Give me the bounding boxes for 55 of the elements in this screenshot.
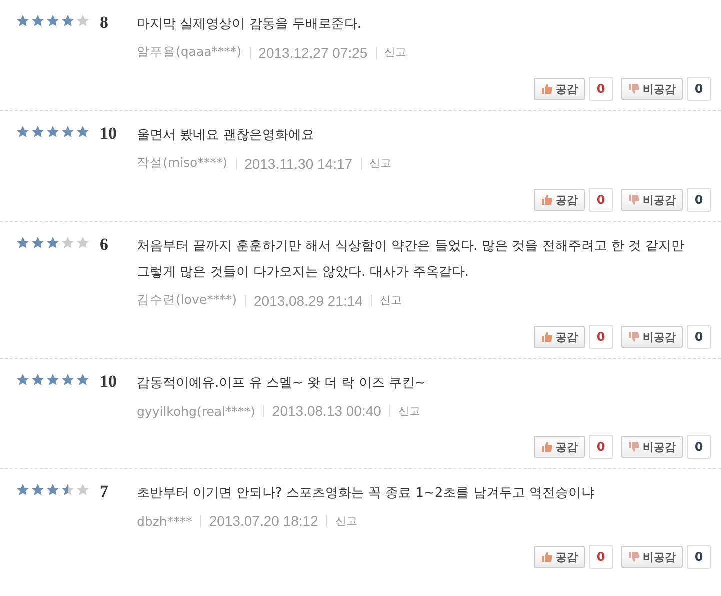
- report-link[interactable]: 신고: [335, 514, 358, 528]
- like-button[interactable]: 공감: [534, 326, 585, 348]
- dislike-count: 0: [687, 77, 711, 101]
- dislike-button[interactable]: 비공감: [621, 546, 683, 568]
- review-date: 2013.07.20 18:12: [209, 513, 318, 529]
- like-button[interactable]: 공감: [534, 78, 585, 100]
- thumbs-up-icon: [541, 194, 553, 206]
- thumbs-up-icon: [541, 331, 553, 343]
- thumbs-up-icon: [541, 551, 553, 563]
- review-text: 울면서 봤네요 괜찮은영화에요: [137, 127, 316, 145]
- review-date: 2013.08.13 00:40: [272, 403, 382, 419]
- review-date: 2013.08.29 21:14: [254, 292, 363, 308]
- rating-score: 10: [100, 373, 117, 391]
- thumbs-down-icon: [628, 551, 640, 563]
- dislike-count: 0: [687, 325, 711, 349]
- like-button[interactable]: 공감: [534, 436, 585, 458]
- thumbs-down-icon: [628, 194, 640, 206]
- thumbs-down-icon: [628, 83, 640, 95]
- review-text: 마지막 실제영상이 감동을 두배로준다.: [137, 16, 363, 34]
- thumbs-up-icon: [541, 441, 553, 453]
- dislike-button[interactable]: 비공감: [621, 189, 683, 211]
- review-text: 초반부터 이기면 안되나? 스포츠영화는 꼭 종료 1~2초를 남겨두고 역전승이냐: [137, 485, 596, 503]
- dislike-button[interactable]: 비공감: [621, 326, 683, 348]
- rating-score: 7: [100, 483, 108, 501]
- thumbs-down-icon: [628, 331, 640, 343]
- dislike-button[interactable]: 비공감: [621, 436, 683, 458]
- author-name: gyyilkohg(real****): [137, 404, 256, 418]
- author-name: dbzh****: [137, 514, 192, 528]
- dislike-count: 0: [687, 545, 711, 569]
- review-text: 감동적이예유.이프 유 스멜~ 왓 더 락 이즈 쿠킨~: [137, 375, 427, 393]
- thumbs-up-icon: [541, 83, 553, 95]
- author-name: 작설(miso****): [137, 155, 228, 172]
- report-link[interactable]: 신고: [370, 156, 392, 171]
- review-date: 2013.11.30 14:17: [244, 156, 353, 172]
- author-name: 알푸욜(qaaa****): [137, 44, 242, 61]
- like-count: 0: [589, 188, 613, 212]
- author-name: 김수련(love****): [137, 292, 237, 309]
- like-count: 0: [589, 435, 613, 459]
- like-count: 0: [589, 77, 613, 101]
- like-count: 0: [589, 545, 613, 569]
- report-link[interactable]: 신고: [380, 293, 402, 308]
- like-button[interactable]: 공감: [534, 189, 585, 211]
- dislike-count: 0: [687, 435, 711, 459]
- review-date: 2013.12.27 07:25: [258, 44, 368, 60]
- like-button[interactable]: 공감: [534, 546, 585, 568]
- dislike-count: 0: [687, 188, 711, 212]
- rating-score: 8: [100, 14, 108, 32]
- rating-score: 10: [100, 125, 117, 143]
- dislike-button[interactable]: 비공감: [621, 78, 683, 100]
- rating-score: 6: [100, 236, 108, 254]
- report-link[interactable]: 신고: [384, 45, 407, 60]
- review-text: 처음부터 끝까지 훈훈하기만 해서 식상함이 약간은 들었다. 많은 것을 전해주려고 한 것 같지만 그렇게 많은 것들이 다가오지는 않았다. 대사가 주옥같다.: [137, 238, 686, 282]
- thumbs-down-icon: [628, 441, 640, 453]
- report-link[interactable]: 신고: [398, 404, 420, 418]
- like-count: 0: [589, 325, 613, 349]
